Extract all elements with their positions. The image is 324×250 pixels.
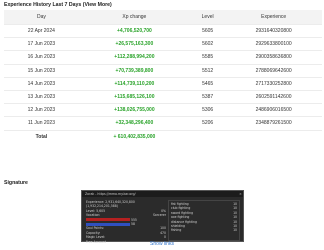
history-title: Experience History Last 7 Days (View Mor… — [4, 2, 112, 8]
history-title-text: Experience History Last 7 Days — [4, 2, 82, 8]
cell-level: 5465 — [189, 76, 226, 91]
table-row: 15 Jun 2023 +70,739,389,800 5512 2788069… — [4, 63, 322, 78]
cell-xp-change: +114,739,110,200 — [78, 76, 190, 91]
cell-day: 15 Jun 2023 — [4, 63, 79, 78]
cell-level: 5387 — [189, 89, 226, 104]
cell-experience: 2717330252800 — [225, 76, 322, 91]
header-experience: Experience — [225, 10, 322, 25]
view-more-link[interactable]: (View More) — [83, 2, 112, 8]
table-row: 16 Jun 2023 +112,288,994,200 5585 290035… — [4, 50, 322, 65]
cell-experience: 2348879261500 — [225, 116, 322, 130]
total-label: Total — [4, 129, 79, 143]
cell-day: 22 Apr 2024 — [4, 23, 79, 38]
cell-xp-change: +138,026,755,000 — [78, 103, 190, 117]
cell-day: 17 Jun 2023 — [4, 37, 79, 51]
signature-image: Zorak - https://mmo.my.kar.org/ × Experi… — [81, 190, 244, 244]
cell-day: 14 Jun 2023 — [4, 76, 79, 91]
signature-window-title: Zorak - https://mmo.my.kar.org/ — [85, 192, 136, 196]
cell-level: 5585 — [189, 50, 226, 65]
cell-xp-change: +4,706,520,700 — [78, 23, 190, 38]
cell-level: 5512 — [189, 63, 226, 78]
header-day: Day — [4, 10, 79, 25]
skill-name: fishing — [171, 228, 182, 233]
hp-value: 555 — [130, 217, 137, 222]
cell-day: 12 Jun 2023 — [4, 103, 79, 117]
cell-day: 13 Jun 2023 — [4, 89, 79, 104]
signature-stats: Experience: 2,931,640,320,800 (1,932,214… — [86, 200, 166, 244]
cell-experience: 2788069642600 — [225, 63, 322, 78]
signature-title: Signature — [4, 180, 28, 186]
cell-experience: 2900358636800 — [225, 50, 322, 65]
cell-xp-change: +112,288,994,200 — [78, 50, 190, 65]
total-row: Total + 610,402,835,000 — [4, 129, 322, 143]
magic-level-label: Magic Level: — [86, 235, 106, 240]
cell-experience: 2929633800100 — [225, 37, 322, 51]
cell-xp-change: +32,348,296,400 — [78, 116, 190, 130]
experience-label: Experience: — [86, 200, 105, 204]
cell-xp-change: +26,575,163,300 — [78, 37, 190, 51]
table-row: 12 Jun 2023 +138,026,755,000 5306 248690… — [4, 103, 322, 117]
table-row: 14 Jun 2023 +114,739,110,200 5465 271733… — [4, 76, 322, 91]
level-label: Level: — [86, 208, 96, 213]
show-links-link[interactable]: Show links — [0, 241, 324, 247]
table-row: 22 Apr 2024 +4,706,520,700 5605 29316403… — [4, 23, 322, 38]
level-value: 5,605 — [96, 208, 106, 213]
signature-titlebar: Zorak - https://mmo.my.kar.org/ × — [82, 191, 243, 197]
total-empty-level — [189, 129, 226, 143]
experience-history-table: Day Xp change Level Experience 22 Apr 20… — [4, 10, 322, 143]
header-level: Level — [189, 10, 226, 25]
skill-value: 10 — [233, 228, 237, 233]
cell-level: 5605 — [189, 23, 226, 38]
header-xp-change: Xp change — [78, 10, 190, 25]
cell-experience: 2602591142600 — [225, 89, 322, 104]
health-bar — [86, 218, 130, 222]
close-icon: × — [239, 192, 242, 196]
table-row: 17 Jun 2023 +26,575,163,300 5602 2929633… — [4, 37, 322, 51]
table-header-row: Day Xp change Level Experience — [4, 10, 322, 25]
cell-day: 11 Jun 2023 — [4, 116, 79, 130]
skills-panel: fist fighting 10 club fighting 10 sword fi… — [168, 200, 240, 241]
cell-level: 5206 — [189, 116, 226, 130]
cell-day: 16 Jun 2023 — [4, 50, 79, 65]
mana-bar — [86, 222, 130, 226]
cell-xp-change: +115,685,126,100 — [78, 89, 190, 104]
magic-level-value: 0 — [164, 235, 166, 240]
total-empty-experience — [225, 129, 322, 143]
experience-line: Experience: 2,931,640,320,800 (1,932,214… — [86, 200, 166, 209]
mp-value: 58 — [130, 222, 135, 227]
table-row: 13 Jun 2023 +115,685,126,100 5387 260259… — [4, 89, 322, 104]
cell-xp-change: +70,739,389,800 — [78, 63, 190, 78]
total-xp: + 610,402,835,000 — [78, 129, 190, 143]
cell-level: 5602 — [189, 37, 226, 51]
vocation-value: Sorcerer — [152, 213, 166, 218]
cell-experience: 2486906016500 — [225, 103, 322, 117]
cell-level: 5306 — [189, 103, 226, 117]
skill-row: fishing 10 — [171, 228, 237, 232]
cell-experience: 2931640320800 — [225, 23, 322, 38]
vocation-label: Vocation: — [86, 213, 101, 218]
table-row: 11 Jun 2023 +32,348,296,400 5206 2348879… — [4, 116, 322, 130]
